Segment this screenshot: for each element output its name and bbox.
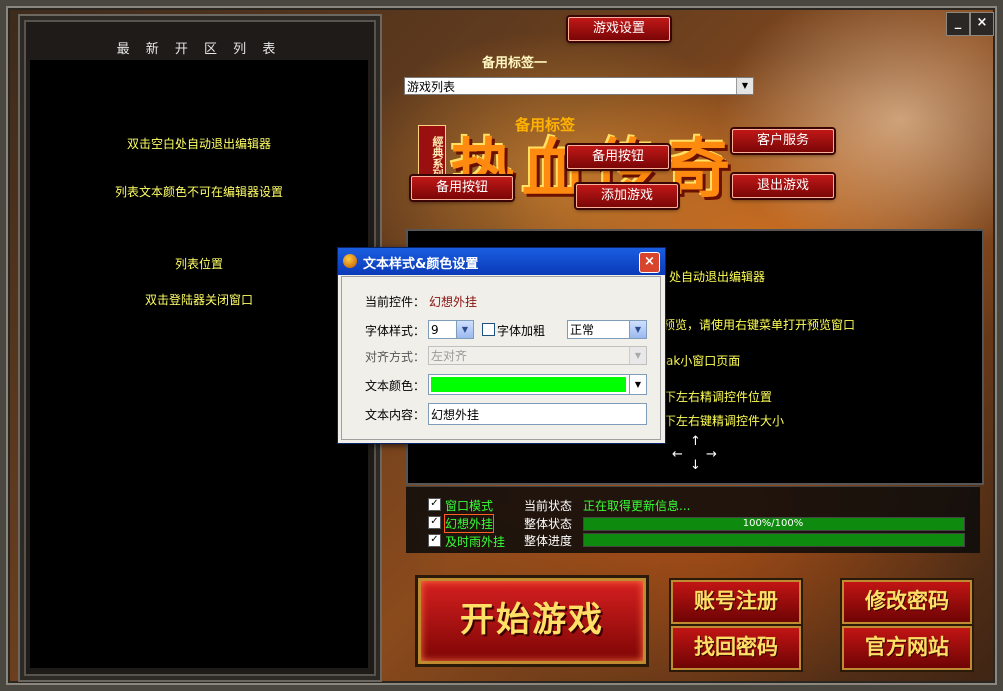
chevron-down-icon[interactable]: ▼ <box>629 375 646 394</box>
start-game-button[interactable]: 开始游戏 <box>418 578 646 664</box>
font-style-label: 字体样式： <box>364 324 425 338</box>
text-color-label: 文本颜色： <box>364 379 425 393</box>
minimize-button[interactable]: _ <box>946 12 970 36</box>
server-list-line: 双击登陆器关闭窗口 <box>144 293 253 307</box>
arrow-right-icon: → <box>706 447 717 462</box>
overall-status-label: 整体状态 <box>524 517 573 531</box>
close-button[interactable]: × <box>970 12 994 36</box>
game-settings-button[interactable]: 游戏设置 <box>568 17 670 41</box>
backup-button-1[interactable]: 备用按钮 <box>411 176 513 200</box>
tab-label-2[interactable]: 备用标签 <box>515 114 575 135</box>
current-control-label: 当前控件： <box>364 295 425 309</box>
font-weight-value: 正常 <box>570 323 595 337</box>
checkbox-fantasy-plugin[interactable]: ✓ <box>428 516 441 529</box>
text-content-value: 幻想外挂 <box>431 408 480 422</box>
chevron-down-icon: ▼ <box>629 347 646 364</box>
text-color-select[interactable]: ▼ <box>428 374 647 395</box>
align-value: 左对齐 <box>431 349 468 363</box>
current-status-label: 当前状态 <box>524 499 573 513</box>
exit-game-button[interactable]: 退出游戏 <box>732 174 834 198</box>
font-size-select[interactable]: 9 ▼ <box>428 320 474 339</box>
checkbox-label[interactable]: 窗口模式 <box>445 497 493 514</box>
dialog-title: 文本样式&颜色设置 <box>363 257 479 272</box>
align-label: 对齐方式： <box>364 350 425 364</box>
color-swatch <box>431 377 626 392</box>
bold-label[interactable]: 字体加粗 <box>497 322 545 339</box>
recover-password-button[interactable]: 找回密码 <box>671 626 801 670</box>
overall-progress-label: 整体进度 <box>524 534 573 548</box>
checkbox-label[interactable]: 幻想外挂 <box>443 514 495 533</box>
bold-checkbox[interactable] <box>482 323 495 336</box>
checkbox-window-mode[interactable]: ✓ <box>428 498 441 511</box>
text-content-label: 文本内容： <box>364 408 425 422</box>
tab-label[interactable]: 备用标签一 <box>482 52 547 71</box>
dialog-close-button[interactable]: × <box>639 252 660 273</box>
arrow-left-icon: ← <box>672 447 683 462</box>
align-select: 左对齐 ▼ <box>428 346 647 365</box>
current-status-value: 正在取得更新信息... <box>583 499 691 513</box>
current-control-value: 幻想外挂 <box>429 295 478 309</box>
news-line: 下左右精调控件位置 <box>664 390 773 404</box>
checkbox-label[interactable]: 及时雨外挂 <box>445 533 505 550</box>
official-site-button[interactable]: 官方网站 <box>842 626 972 670</box>
news-line: 下左右键精调控件大小 <box>664 414 785 428</box>
game-list-select[interactable]: 游戏列表 ▼ <box>404 77 754 95</box>
chevron-down-icon[interactable]: ▼ <box>456 321 473 338</box>
server-list-line: 双击空白处自动退出编辑器 <box>126 137 271 151</box>
add-game-button[interactable]: 添加游戏 <box>576 184 678 208</box>
overall-progress-bar <box>583 533 965 547</box>
overall-progress-fill <box>584 534 964 546</box>
font-weight-select[interactable]: 正常 ▼ <box>567 320 647 339</box>
customer-service-button[interactable]: 客户服务 <box>732 129 834 153</box>
backup-button-2[interactable]: 备用按钮 <box>567 145 669 169</box>
chevron-down-icon[interactable]: ▼ <box>629 321 646 338</box>
news-line: ak小窗口页面 <box>666 354 741 368</box>
server-list-line: 列表文本颜色不可在编辑器设置 <box>114 185 283 199</box>
server-list-title: 最 新 开 区 列 表 <box>116 42 282 57</box>
overall-status-value: 100%/100% <box>742 518 804 529</box>
arrow-up-icon: ↑ <box>690 434 701 449</box>
dialog-body: 当前控件： 幻想外挂 字体样式： 9 ▼ 字体加粗 正常 ▼ 对齐方式： 左对齐… <box>341 276 661 440</box>
checkbox-timely-rain-plugin[interactable]: ✓ <box>428 534 441 547</box>
chevron-down-icon[interactable]: ▼ <box>736 78 753 94</box>
text-style-dialog[interactable]: 文本样式&颜色设置 × 当前控件： 幻想外挂 字体样式： 9 ▼ 字体加粗 正常… <box>337 247 666 444</box>
font-size-value: 9 <box>431 323 439 337</box>
server-list-line: 列表位置 <box>174 257 223 271</box>
app-icon <box>343 254 357 268</box>
game-list-value: 游戏列表 <box>407 80 456 94</box>
arrow-down-icon: ↓ <box>690 458 701 473</box>
register-button[interactable]: 账号注册 <box>671 580 801 624</box>
dialog-titlebar[interactable]: 文本样式&颜色设置 × <box>338 248 665 275</box>
text-content-input[interactable]: 幻想外挂 <box>428 403 647 425</box>
change-password-button[interactable]: 修改密码 <box>842 580 972 624</box>
news-line: 预览，请使用右键菜单打开预览窗口 <box>663 318 856 332</box>
news-line: 处自动退出编辑器 <box>669 270 766 284</box>
